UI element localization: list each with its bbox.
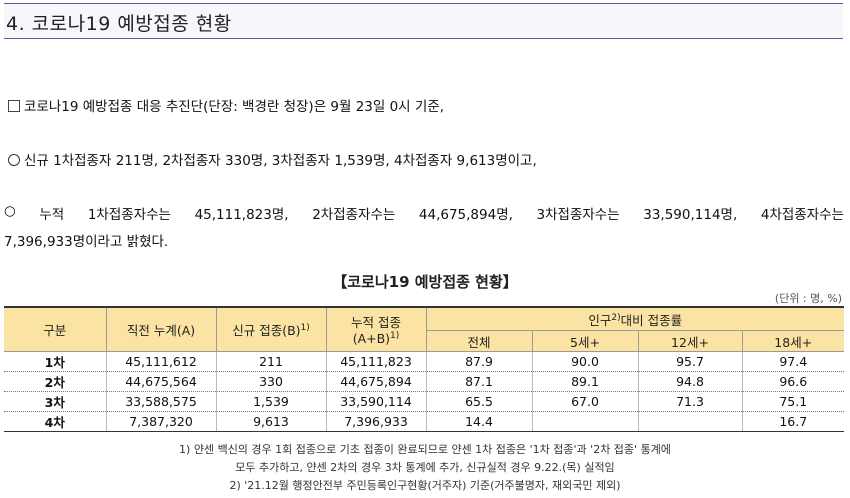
cell-age18: 96.6: [742, 371, 844, 392]
header-population-post: 대비 접종률: [620, 312, 683, 328]
footnote-1-cont: 모두 추가하고, 얀센 2차의 경우 3차 통계에 추가, 신규실적 경우 9.…: [235, 461, 615, 474]
cell-age18: 16.7: [742, 411, 844, 432]
header-cumulative-line1: 누적 접종: [351, 315, 401, 331]
header-population-pre: 인구: [588, 312, 612, 328]
cell-total: 87.1: [426, 371, 533, 392]
paragraph-cumulative: ○ 누적 1차접종자수는 45,111,823명, 2차접종자수는 44,675…: [4, 203, 844, 223]
cell-age5: 67.0: [532, 391, 639, 412]
paragraph-cumulative-cont: 7,396,933명이라고 밝혔다.: [4, 234, 169, 250]
paragraph-basis-text: 코로나19 예방접종 대응 추진단(단장: 백경란 청장)은 9월 23일 0시…: [24, 99, 445, 115]
checkbox-bullet-icon: [8, 100, 20, 112]
cell-new: 1,539: [216, 391, 327, 412]
footnote-1: 1) 얀센 백신의 경우 1회 접종으로 기초 접종이 완료되므로 얀센 1차 …: [179, 443, 671, 456]
header-total: 전체: [426, 330, 533, 352]
paragraph-new: 신규 1차접종자 211명, 2차접종자 330명, 3차접종자 1,539명,…: [8, 149, 537, 169]
cell-total: 14.4: [426, 411, 533, 432]
cell-total: 65.5: [426, 391, 533, 412]
header-cumulative-line2: (A+B): [352, 331, 391, 347]
cell-age5: [532, 411, 639, 432]
cell-cumulative: 45,111,823: [326, 351, 427, 372]
paragraph-basis: 코로나19 예방접종 대응 추진단(단장: 백경란 청장)은 9월 23일 0시…: [8, 95, 444, 115]
footnote-2: 2) '21.12월 행정안전부 주민등록인구현황(거주자) 기준(거주불명자,…: [229, 479, 621, 492]
section-header: 4. 코로나19 예방접종 현황: [4, 3, 843, 39]
vaccination-table: 구분 직전 누계(A) 신규 접종(B)1) 누적 접종 (A+B)1) 인구2)…: [4, 306, 844, 432]
cell-age12: 94.8: [638, 371, 743, 392]
cell-cumulative: 33,590,114: [326, 391, 427, 412]
cell-prev: 45,111,612: [106, 351, 217, 372]
section-title: 4. 코로나19 예방접종 현황: [6, 13, 232, 35]
cell-prev: 7,387,320: [106, 411, 217, 432]
cell-cumulative: 44,675,894: [326, 371, 427, 392]
footnote-ref-1: 1): [300, 322, 310, 333]
cell-age5: 90.0: [532, 351, 639, 372]
header-age18: 18세+: [742, 330, 844, 352]
circle-bullet-icon: [8, 154, 20, 166]
cell-prev: 44,675,564: [106, 371, 217, 392]
cell-prev: 33,588,575: [106, 391, 217, 412]
row-label: 3차: [4, 391, 107, 412]
header-new-text: 신규 접종(B): [232, 323, 301, 338]
table-row: 2차 44,675,564 330 44,675,894 87.1 89.1 9…: [4, 371, 844, 392]
cell-new: 330: [216, 371, 327, 392]
paragraph-cumulative-word: 33,590,114명,: [643, 207, 738, 223]
header-age12: 12세+: [638, 330, 743, 352]
paragraph-cumulative-word: 1차접종자수는: [87, 207, 171, 223]
cell-age18: 75.1: [742, 391, 844, 412]
header-population-rate: 인구2)대비 접종률: [426, 307, 844, 331]
row-label: 4차: [4, 411, 107, 432]
header-cumulative: 누적 접종 (A+B)1): [326, 307, 427, 352]
cell-cumulative: 7,396,933: [326, 411, 427, 432]
table-row: 4차 7,387,320 9,613 7,396,933 14.4 16.7: [4, 411, 844, 432]
paragraph-cumulative-word: 4차접종자수는: [760, 207, 844, 223]
paragraph-new-text: 신규 1차접종자 211명, 2차접종자 330명, 3차접종자 1,539명,…: [24, 153, 537, 169]
footnote-ref-2: 2): [611, 312, 621, 323]
header-gubun: 구분: [4, 307, 107, 352]
cell-age12: 95.7: [638, 351, 743, 372]
paragraph-cumulative-word: ○: [4, 203, 16, 219]
header-new: 신규 접종(B)1): [216, 307, 327, 352]
header-age5: 5세+: [532, 330, 639, 352]
table-unit: (단위 : 명, %): [774, 292, 842, 305]
cell-new: 211: [216, 351, 327, 372]
cell-total: 87.9: [426, 351, 533, 372]
cell-age12: [638, 411, 743, 432]
cell-age5: 89.1: [532, 371, 639, 392]
paragraph-cumulative-word: 44,675,894명,: [418, 207, 513, 223]
header-prev-cumulative: 직전 누계(A): [106, 307, 217, 352]
cell-new: 9,613: [216, 411, 327, 432]
row-label: 1차: [4, 351, 107, 372]
table-row: 1차 45,111,612 211 45,111,823 87.9 90.0 9…: [4, 351, 844, 372]
table-row: 3차 33,588,575 1,539 33,590,114 65.5 67.0…: [4, 391, 844, 412]
paragraph-cumulative-word: 누적: [39, 207, 65, 223]
paragraph-cumulative-word: 45,111,823명,: [194, 207, 289, 223]
row-label: 2차: [4, 371, 107, 392]
cell-age18: 97.4: [742, 351, 844, 372]
table-title: 【코로나19 예방접종 현황】: [332, 273, 518, 291]
paragraph-cumulative-word: 3차접종자수는: [536, 207, 620, 223]
cell-age12: 71.3: [638, 391, 743, 412]
footnote-ref-1: 1): [390, 331, 400, 342]
paragraph-cumulative-word: 2차접종자수는: [312, 207, 396, 223]
